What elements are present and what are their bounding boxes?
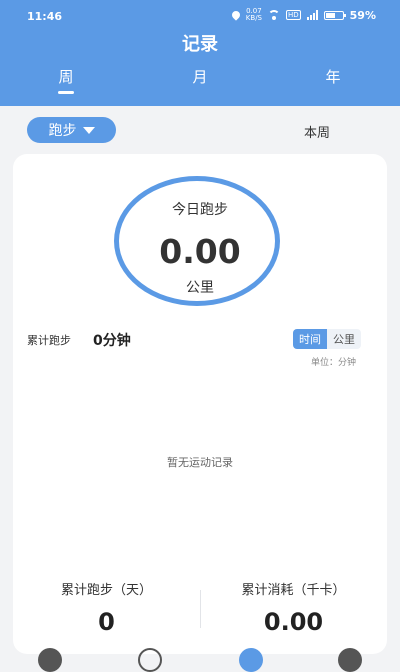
header: 11:46 0.07 KB/S HD 59% 记录 周 月 年 [0,0,400,106]
tab-week[interactable]: 周 [46,66,86,87]
status-icons: 0.07 KB/S HD 59% [230,8,376,22]
record-icon[interactable] [239,648,263,672]
toggle-distance-button[interactable]: 公里 [327,329,361,349]
stat-calories: 累计消耗（千卡） 0.00 [200,579,387,636]
speed-unit: KB/S [245,14,262,22]
record-card: 今日跑步 0.00 公里 累计跑步 0分钟 时间 公里 单位：分钟 暂无运动记录… [13,154,387,654]
location-icon [230,9,242,21]
tab-indicator [58,91,74,94]
stat-calories-label: 累计消耗（千卡） [241,583,346,598]
bottom-nav [0,648,400,672]
ring-unit: 公里 [186,280,214,296]
stat-days-value: 0 [98,608,115,636]
unit-toggle: 时间 公里 [293,329,361,349]
summary-value: 0分钟 [93,333,131,349]
unit-note: 单位：分钟 [311,358,357,368]
sport-type-dropdown[interactable]: 跑步 [27,117,116,143]
run-icon[interactable] [38,648,62,672]
wifi-icon [268,10,280,20]
toggle-time-button[interactable]: 时间 [293,329,327,349]
ring-value: 0.00 [159,232,241,271]
stat-days: 累计跑步（天） 0 [13,579,200,636]
stat-calories-value: 0.00 [263,608,324,636]
tab-month[interactable]: 月 [180,66,220,87]
battery-percent: 59% [349,8,376,22]
hd-icon: HD [286,10,301,20]
summary-label: 累计跑步 [27,334,71,347]
tab-year[interactable]: 年 [313,66,353,87]
caret-down-icon [82,126,95,134]
ring-label: 今日跑步 [172,202,228,218]
page-title: 记录 [182,34,218,55]
sport-type-label: 跑步 [48,123,77,139]
battery-icon [323,10,346,20]
empty-state-text: 暂无运动记录 [167,456,233,469]
status-time: 11:46 [27,10,63,23]
profile-icon[interactable] [338,648,362,672]
signal-icon [306,10,318,20]
stat-days-label: 累计跑步（天） [60,583,152,598]
network-speed: 0.07 KB/S [246,8,262,22]
compass-icon[interactable] [138,648,162,672]
period-selector[interactable]: 本周 [304,122,330,141]
status-bar: 11:46 0.07 KB/S HD 59% [0,8,400,26]
